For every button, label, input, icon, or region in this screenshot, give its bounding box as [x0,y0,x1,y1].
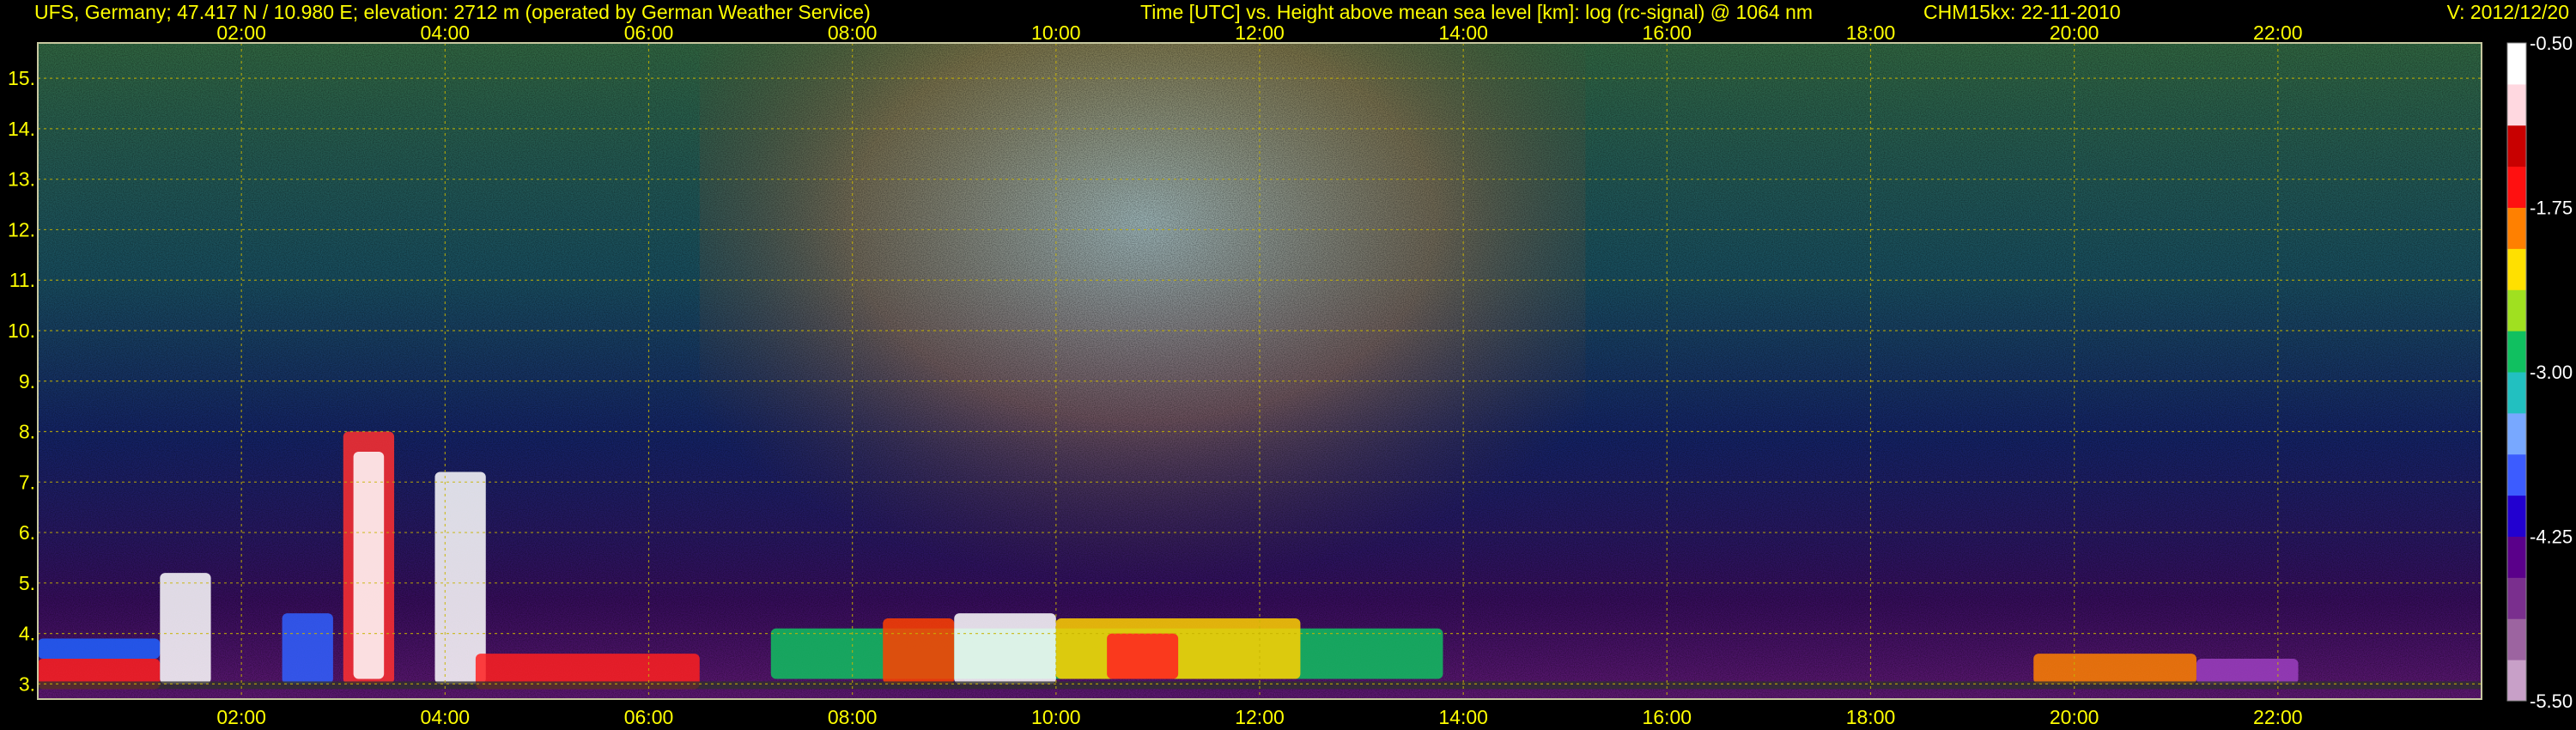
y-tick-labels: 3. 4. 5. 6. 7. 8. 9. 10. 11. 12. 13. 14. 15. [8,67,35,695]
instrument-date: CHM15kx: 22-11-2010 [1923,1,2121,23]
colorbar-segment [2507,43,2526,85]
y-tick-label: 7. [19,471,35,493]
signal-layer-9 [883,617,955,684]
x-tick-label-bottom: 16:00 [1643,706,1692,728]
ceilometer-chart: 02:00 04:00 06:00 08:00 10:00 12:00 14:00 16:00… [8,21,2573,728]
signal-layer-7 [282,613,333,684]
colorbar-segment [2507,331,2526,373]
y-tick-label: 12. [8,218,35,240]
y-tick-label: 3. [19,672,35,695]
colorbar-segment [2507,248,2526,290]
x-tick-label-top: 12:00 [1235,21,1285,44]
colorbar-tick-labels: -0.50 -1.75 -3.00 -4.25 -5.50 [2530,33,2573,712]
x-tick-label-bottom: 06:00 [624,706,674,728]
signal-layer-13 [2033,654,2196,684]
signal-layer-10 [954,613,1056,684]
signal-layer-3 [353,452,385,679]
y-tick-label: 9. [19,370,35,392]
y-tick-label: 5. [19,572,35,594]
x-tick-label-bottom: 02:00 [216,706,266,728]
signal-layer-1 [38,638,161,659]
colorbar-segment [2507,372,2526,414]
colorbar-segment [2507,495,2526,537]
x-tick-label-bottom: 22:00 [2253,706,2303,728]
x-tick-label-top: 22:00 [2253,21,2303,44]
x-tick-label-top: 06:00 [624,21,674,44]
x-tick-label-bottom: 12:00 [1235,706,1285,728]
x-tick-label-top: 04:00 [421,21,471,44]
colorbar [2506,42,2527,702]
colorbar-tick-label: -4.25 [2530,526,2573,548]
colorbar-tick-label: -5.50 [2530,690,2573,712]
x-tick-label-top: 02:00 [216,21,266,44]
y-tick-label: 15. [8,67,35,89]
colorbar-segment [2507,536,2526,578]
y-tick-label: 10. [8,319,35,342]
x-tick-label-top: 14:00 [1438,21,1488,44]
colorbar-segment [2507,166,2526,208]
x-tick-label-bottom: 10:00 [1031,706,1081,728]
x-tick-label-top: 16:00 [1643,21,1692,44]
y-tick-label: 14. [8,118,35,140]
colorbar-segment [2507,618,2526,660]
x-tick-labels-top: 02:00 04:00 06:00 08:00 10:00 12:00 14:00 16:00… [216,21,2302,44]
colorbar-tick-label: -3.00 [2530,362,2573,383]
colorbar-segment [2507,660,2526,702]
x-tick-label-bottom: 08:00 [828,706,878,728]
colorbar-segment [2507,453,2526,496]
colorbar-segment [2507,577,2526,619]
signal-layer-6 [160,573,211,684]
x-tick-label-bottom: 04:00 [421,706,471,728]
y-tick-label: 13. [8,168,35,191]
version-label: V: 2012/12/20 [2446,1,2569,23]
y-tick-label: 4. [19,623,35,645]
colorbar-tick-label: -0.50 [2530,33,2573,54]
x-tick-label-bottom: 20:00 [2050,706,2099,728]
x-tick-label-bottom: 14:00 [1438,706,1488,728]
y-tick-label: 11. [9,269,35,291]
colorbar-segment [2507,125,2526,167]
station-info: UFS, Germany; 47.417 N / 10.980 E; eleva… [34,1,871,23]
signal-layer-4 [434,471,486,684]
colorbar-segment [2507,83,2526,126]
colorbar-segment [2507,289,2526,332]
x-tick-label-top: 08:00 [828,21,878,44]
x-tick-label-top: 20:00 [2050,21,2099,44]
x-tick-label-top: 18:00 [1846,21,1896,44]
x-tick-label-top: 10:00 [1031,21,1081,44]
signal-layer-14 [2196,658,2299,684]
colorbar-tick-label: -1.75 [2530,198,2573,219]
y-tick-label: 8. [19,421,35,443]
colorbar-segment [2507,207,2526,249]
x-tick-label-bottom: 18:00 [1846,706,1896,728]
x-tick-labels-bottom: 02:00 04:00 06:00 08:00 10:00 12:00 14:00 16:00… [216,706,2302,728]
colorbar-segment [2507,412,2526,455]
chart-title: Time [UTC] vs. Height above mean sea lev… [1140,1,1814,23]
signal-layer-12 [1107,633,1179,679]
y-tick-label: 6. [19,521,35,544]
